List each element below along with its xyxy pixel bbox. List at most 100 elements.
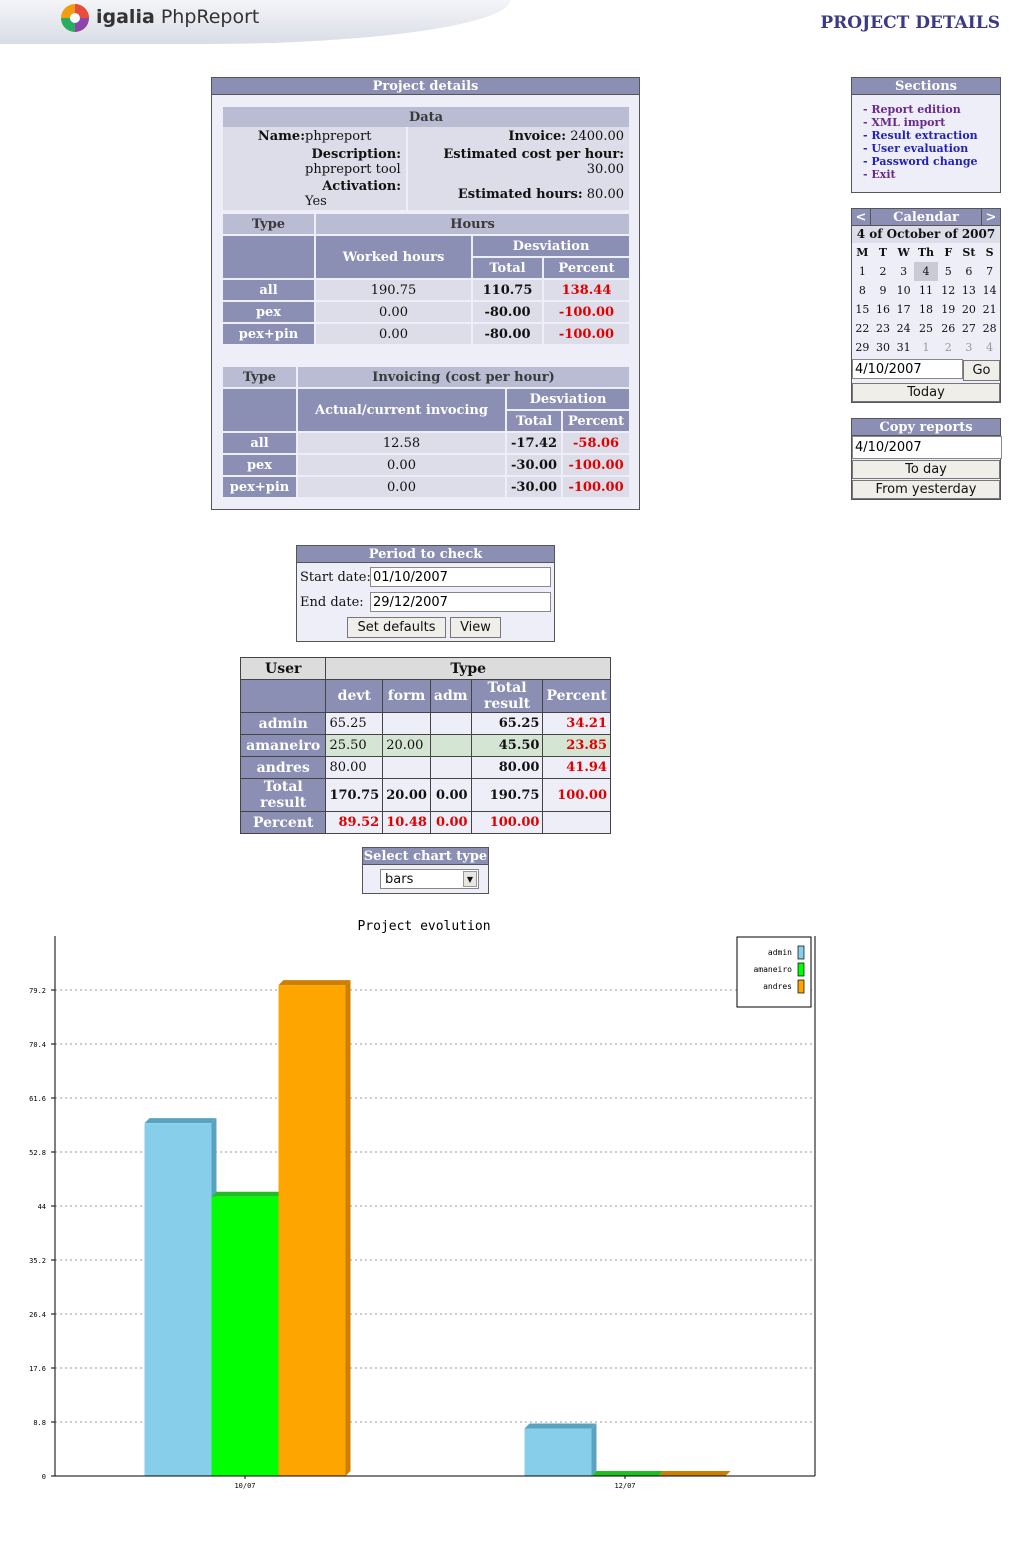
legend-label: admin: [768, 948, 792, 957]
calendar-day[interactable]: 18: [914, 300, 938, 319]
y-tick-label: 8.8: [33, 1419, 46, 1427]
calendar-day[interactable]: 15: [852, 300, 873, 319]
calendar-day[interactable]: 29: [852, 338, 873, 357]
user-evaluation-link[interactable]: - User evaluation: [863, 142, 978, 155]
calendar-day[interactable]: 16: [873, 300, 894, 319]
activation-label: Activation:: [322, 179, 401, 194]
description-value: phpreport tool: [305, 162, 401, 177]
percent-devt: 89.52: [325, 811, 384, 834]
y-tick-label: 26.4: [29, 1311, 46, 1319]
activation-value: Yes: [305, 194, 327, 209]
calendar-day[interactable]: 17: [893, 300, 914, 319]
bar: [211, 1196, 279, 1476]
hours-row-percent: -100.00: [542, 300, 631, 324]
chart-legend: admin amaneiro andres: [736, 936, 812, 1008]
percent-form: 10.48: [382, 811, 431, 834]
invoicing-row-actual: 12.58: [296, 431, 507, 455]
report-edition-link[interactable]: - Report edition: [863, 103, 978, 116]
row-total: 80.00: [470, 756, 544, 779]
calendar-day[interactable]: 21: [979, 300, 1000, 319]
calendar-day[interactable]: 9: [873, 281, 894, 300]
hours-row-type: all: [221, 278, 316, 302]
calendar-day[interactable]: 14: [979, 281, 1000, 300]
row-user: amaneiro: [239, 734, 327, 757]
y-tick-label: 44: [38, 1203, 46, 1211]
calendar-day[interactable]: 12: [938, 281, 959, 300]
calendar-day[interactable]: 22: [852, 319, 873, 338]
logo-brand: igalia: [96, 6, 155, 28]
invoicing-row-type: all: [221, 431, 298, 455]
calendar-day[interactable]: 25: [914, 319, 938, 338]
legend-swatch: [797, 979, 805, 994]
exit-link[interactable]: - Exit: [863, 168, 978, 181]
calendar-day-selected[interactable]: 4: [914, 262, 938, 281]
calendar-day[interactable]: 5: [938, 262, 959, 281]
calendar-day[interactable]: 28: [979, 319, 1000, 338]
x-tick-label: 10/07: [234, 1482, 255, 1490]
y-tick-label: 17.6: [29, 1365, 46, 1373]
chart-type-value: bars: [385, 872, 414, 887]
calendar-day[interactable]: 1: [852, 262, 873, 281]
calendar-day[interactable]: 2: [873, 262, 894, 281]
calendar-day[interactable]: 6: [959, 262, 980, 281]
sections-panel: Sections - Report edition - XML import -…: [851, 77, 1001, 193]
calendar-date-input[interactable]: [852, 359, 963, 379]
column-header: Total result: [470, 679, 544, 713]
set-defaults-button[interactable]: Set defaults: [347, 617, 446, 638]
calendar-day[interactable]: 3: [893, 262, 914, 281]
calendar-day[interactable]: 10: [893, 281, 914, 300]
legend-label: amaneiro: [753, 965, 792, 974]
end-date-label: End date:: [300, 595, 364, 610]
calendar-day-other-month[interactable]: 2: [938, 338, 959, 357]
calendar-day[interactable]: 8: [852, 281, 873, 300]
row-devt: 80.00: [325, 756, 384, 779]
result-extraction-link[interactable]: - Result extraction: [863, 129, 978, 142]
calendar-day[interactable]: 13: [959, 281, 980, 300]
today-button[interactable]: Today: [852, 383, 1000, 402]
page-title: PROJECT DETAILS: [820, 13, 1000, 33]
calendar-day[interactable]: 23: [873, 319, 894, 338]
table-row: amaneiro 25.50 20.00 45.50 23.85: [239, 734, 611, 757]
calendar-day[interactable]: 24: [893, 319, 914, 338]
view-button[interactable]: View: [450, 617, 501, 638]
next-month-button[interactable]: >: [981, 209, 1000, 226]
calendar-day[interactable]: 20: [959, 300, 980, 319]
go-button[interactable]: Go: [963, 360, 1000, 381]
row-adm: [429, 712, 472, 735]
calendar-day-other-month[interactable]: 4: [979, 338, 1000, 357]
calendar-day[interactable]: 31: [893, 338, 914, 357]
prev-month-button[interactable]: <: [852, 209, 871, 226]
invoicing-row-actual: 0.00: [296, 453, 507, 477]
invoicing-header: Invoicing (cost per hour): [296, 365, 631, 389]
user-header: User: [239, 657, 327, 680]
cost-label: Estimated cost per hour:: [443, 147, 624, 162]
calendar-day[interactable]: 26: [938, 319, 959, 338]
calendar-day-other-month[interactable]: 1: [914, 338, 938, 357]
calendar-day-other-month[interactable]: 3: [959, 338, 980, 357]
copy-date-input[interactable]: [852, 436, 1002, 459]
estimated-hours-row: Estimated hours: 80.00: [407, 178, 629, 210]
xml-import-link[interactable]: - XML import: [863, 116, 978, 129]
password-change-link[interactable]: - Password change: [863, 155, 978, 168]
bar-top: [524, 1423, 597, 1429]
invoicing-row-percent: -58.06: [561, 431, 631, 455]
calendar-day[interactable]: 19: [938, 300, 959, 319]
start-date-input[interactable]: [370, 567, 551, 587]
logo-product: PhpReport: [160, 6, 260, 28]
calendar-day[interactable]: 11: [914, 281, 938, 300]
name-label: Name:: [257, 129, 305, 144]
chart-type-select[interactable]: bars ▼: [380, 869, 479, 889]
end-date-input[interactable]: [370, 592, 551, 612]
calendar-day[interactable]: 30: [873, 338, 894, 357]
weekday-label: F: [944, 246, 953, 259]
row-total: 65.25: [470, 712, 544, 735]
invoicing-row-total: -30.00: [504, 453, 564, 477]
calendar-title: Calendar: [893, 210, 959, 225]
calendar-day[interactable]: 27: [959, 319, 980, 338]
calendar-day[interactable]: 7: [979, 262, 1000, 281]
invoice-row: Invoice: 2400.00: [407, 127, 629, 146]
hours-table: Type Hours Worked hours Desviation Total…: [221, 212, 631, 346]
to-day-button[interactable]: To day: [852, 460, 1000, 479]
invoicing-row-actual: 0.00: [296, 475, 507, 499]
from-yesterday-button[interactable]: From yesterday: [852, 480, 1000, 499]
